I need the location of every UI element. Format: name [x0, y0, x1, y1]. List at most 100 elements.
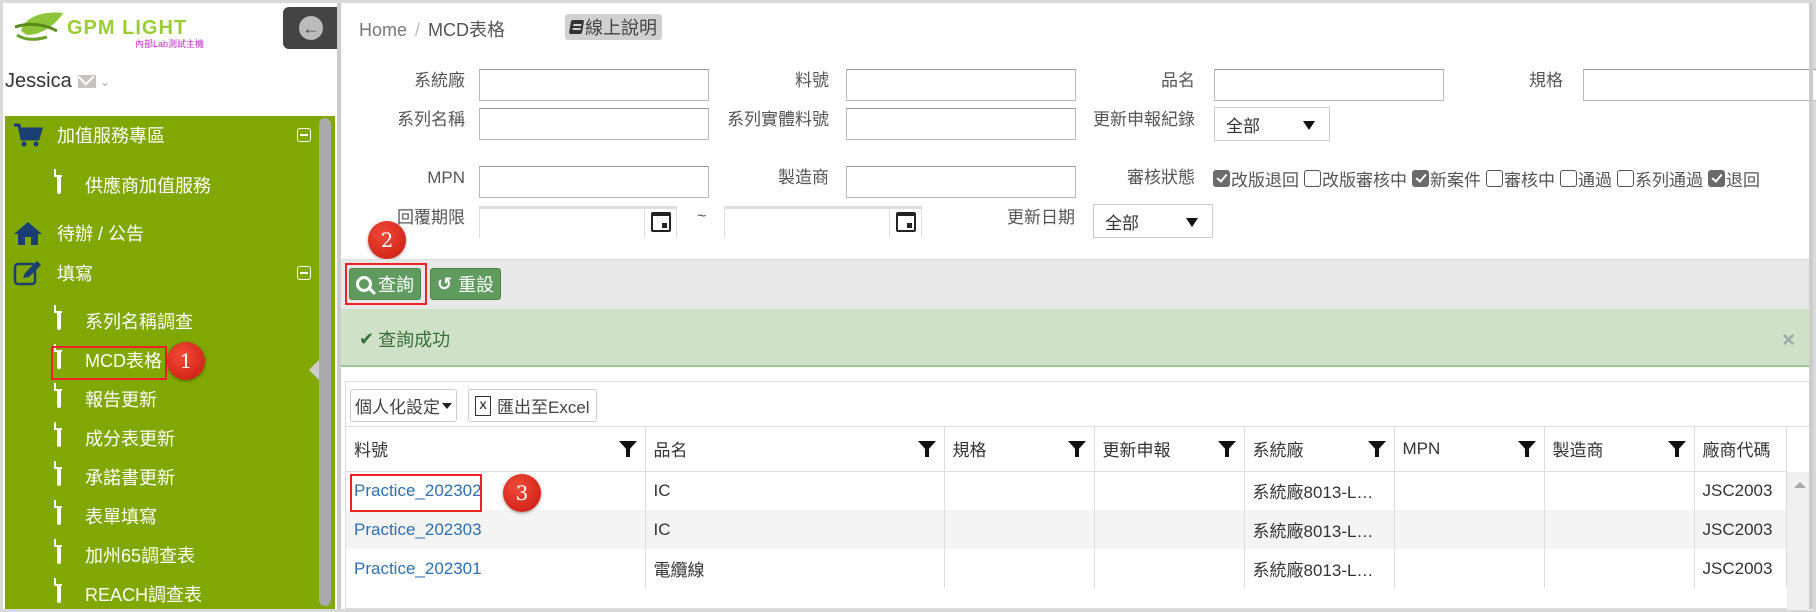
- sidebar-item-reach[interactable]: REACH調查表: [5, 579, 325, 609]
- system-factory-input[interactable]: [479, 69, 709, 101]
- series-name-input[interactable]: [479, 108, 709, 140]
- checkbox-checked-icon: [1213, 170, 1230, 187]
- column-header[interactable]: 廠商代碼: [1694, 427, 1787, 472]
- table-header-row: 料號 品名 規格 更新申報 系統廠 MPN 製造商 廠商代碼: [346, 427, 1787, 472]
- sidebar-item-label: 成分表更新: [85, 429, 175, 449]
- table-cell: [1544, 471, 1695, 510]
- export-excel-button[interactable]: X 匯出至Excel: [468, 389, 597, 422]
- breadcrumb-separator: /: [415, 20, 421, 40]
- scroll-up-icon[interactable]: [1794, 482, 1806, 488]
- close-icon[interactable]: ×: [1782, 327, 1795, 353]
- date-picker-button[interactable]: [889, 206, 921, 238]
- product-name-input[interactable]: [1214, 69, 1444, 101]
- sidebar-item-report-update[interactable]: 報告更新: [5, 384, 325, 414]
- grid-toolbar: 個人化設定 X 匯出至Excel: [346, 382, 1813, 427]
- sidebar-item-series-survey[interactable]: 系列名稱調查: [5, 306, 325, 336]
- table-cell: [944, 510, 1095, 549]
- online-help-button[interactable]: 線上說明: [565, 14, 662, 40]
- reply-deadline-from[interactable]: [479, 206, 677, 238]
- date-picker-button[interactable]: [644, 206, 676, 238]
- mpn-label: MPN: [427, 168, 465, 187]
- user-menu[interactable]: Jessica ⌄: [5, 70, 110, 93]
- sidebar-item-fill[interactable]: 填寫: [5, 258, 325, 288]
- sidebar-item-todo[interactable]: 待辦 / 公告: [5, 218, 325, 248]
- filter-icon[interactable]: [1217, 441, 1236, 457]
- arrow-left-icon: ←: [299, 16, 323, 40]
- column-header[interactable]: 規格: [944, 427, 1095, 472]
- user-name: Jessica: [5, 70, 72, 92]
- main-content: Home / MCD表格 線上說明 系統廠 料號 品名 規格 系列名稱 系列實體料號…: [341, 3, 1816, 610]
- table-cell: [1544, 510, 1695, 549]
- collapse-icon[interactable]: [297, 128, 311, 142]
- table-row[interactable]: Practice_202301 電纜線 系統廠8013-L… JSC2003: [346, 549, 1787, 588]
- filter-icon[interactable]: [1667, 441, 1686, 457]
- review-status-label: 審核狀態: [1127, 168, 1195, 187]
- reply-deadline-to[interactable]: [724, 206, 922, 238]
- update-date-select[interactable]: 全部: [1093, 204, 1213, 238]
- table-cell: [1394, 549, 1545, 588]
- part-no-link[interactable]: Practice_202303: [354, 520, 482, 539]
- annotation-badge-1: 1: [167, 342, 205, 380]
- sidebar-item-commitment-update[interactable]: 承諾書更新: [5, 462, 325, 492]
- column-header[interactable]: 料號: [346, 427, 646, 472]
- breadcrumb-home[interactable]: Home: [359, 20, 407, 40]
- query-label: 查詢: [378, 275, 414, 295]
- checkbox-new-case[interactable]: 新案件: [1412, 166, 1481, 191]
- leaf-logo-icon: [14, 12, 63, 41]
- checkbox-passed[interactable]: 通過: [1560, 166, 1612, 191]
- system-factory-label: 系統廠: [414, 71, 465, 90]
- review-status-checkboxes: 改版退回 改版審核中 新案件 審核中 通過 系列通過 退回: [1213, 166, 1765, 191]
- caret-down-icon: [442, 402, 452, 409]
- reset-button[interactable]: ↺ 重設: [430, 268, 502, 300]
- filter-icon[interactable]: [618, 441, 637, 457]
- column-header[interactable]: 製造商: [1544, 427, 1695, 472]
- sidebar-item-value-added[interactable]: 加值服務專區: [5, 120, 325, 150]
- sidebar-item-prop65[interactable]: 加州65調查表: [5, 540, 325, 570]
- update-record-select[interactable]: 全部: [1214, 107, 1330, 141]
- checkbox-returned[interactable]: 退回: [1708, 166, 1760, 191]
- table-cell: [1094, 510, 1245, 549]
- filter-icon[interactable]: [917, 441, 936, 457]
- series-part-no-input[interactable]: [846, 108, 1076, 140]
- collapse-sidebar-button[interactable]: ←: [283, 7, 339, 49]
- checkbox-reviewing[interactable]: 審核中: [1486, 166, 1555, 191]
- column-header[interactable]: 品名: [645, 427, 945, 472]
- home-icon: [14, 222, 42, 245]
- manufacturer-input[interactable]: [846, 166, 1076, 198]
- table-cell: 系統廠8013-L…: [1244, 510, 1395, 549]
- column-header[interactable]: 更新申報: [1094, 427, 1245, 472]
- results-grid: 個人化設定 X 匯出至Excel 料號 品名 規格 更新申報 系統廠 MPN 製…: [345, 381, 1813, 610]
- calendar-icon: [895, 212, 916, 232]
- column-header[interactable]: 系統廠: [1244, 427, 1395, 472]
- sidebar-item-supplier-services[interactable]: 供應商加值服務: [5, 170, 325, 200]
- checkbox-series-passed[interactable]: 系列通過: [1617, 166, 1703, 191]
- table-row[interactable]: Practice_202303 IC 系統廠8013-L… JSC2003: [346, 510, 1787, 549]
- part-no-link[interactable]: Practice_202301: [354, 559, 482, 578]
- collapse-icon[interactable]: [297, 266, 311, 280]
- breadcrumb: Home / MCD表格: [359, 16, 505, 42]
- filter-icon[interactable]: [1067, 441, 1086, 457]
- table-cell: [1094, 549, 1245, 588]
- mail-icon: [77, 75, 96, 88]
- query-button[interactable]: 查詢: [349, 268, 421, 300]
- filter-icon[interactable]: [1517, 441, 1536, 457]
- mpn-input[interactable]: [479, 166, 709, 198]
- spec-input[interactable]: [1583, 69, 1816, 101]
- chevron-down-icon: ⌄: [99, 74, 110, 89]
- filter-icon[interactable]: [1367, 441, 1386, 457]
- part-no-label: 料號: [795, 71, 829, 90]
- sidebar-item-form-fill[interactable]: 表單填寫: [5, 501, 325, 531]
- document-icon: [57, 540, 61, 564]
- part-no-link[interactable]: Practice_202302: [354, 481, 482, 500]
- checkbox-revision-returned[interactable]: 改版退回: [1213, 166, 1299, 191]
- table-cell: JSC2003: [1694, 549, 1787, 588]
- table-cell: [944, 471, 1095, 510]
- document-icon: [57, 579, 61, 603]
- column-header[interactable]: MPN: [1394, 427, 1545, 472]
- checkbox-revision-reviewing[interactable]: 改版審核中: [1304, 166, 1407, 191]
- logo-subtitle: 內部Lab測試主機: [135, 39, 205, 49]
- sidebar-item-composition-update[interactable]: 成分表更新: [5, 423, 325, 453]
- table-row[interactable]: Practice_202302 IC 系統廠8013-L… JSC2003: [346, 471, 1787, 510]
- personalize-dropdown[interactable]: 個人化設定: [350, 389, 457, 422]
- part-no-input[interactable]: [846, 69, 1076, 101]
